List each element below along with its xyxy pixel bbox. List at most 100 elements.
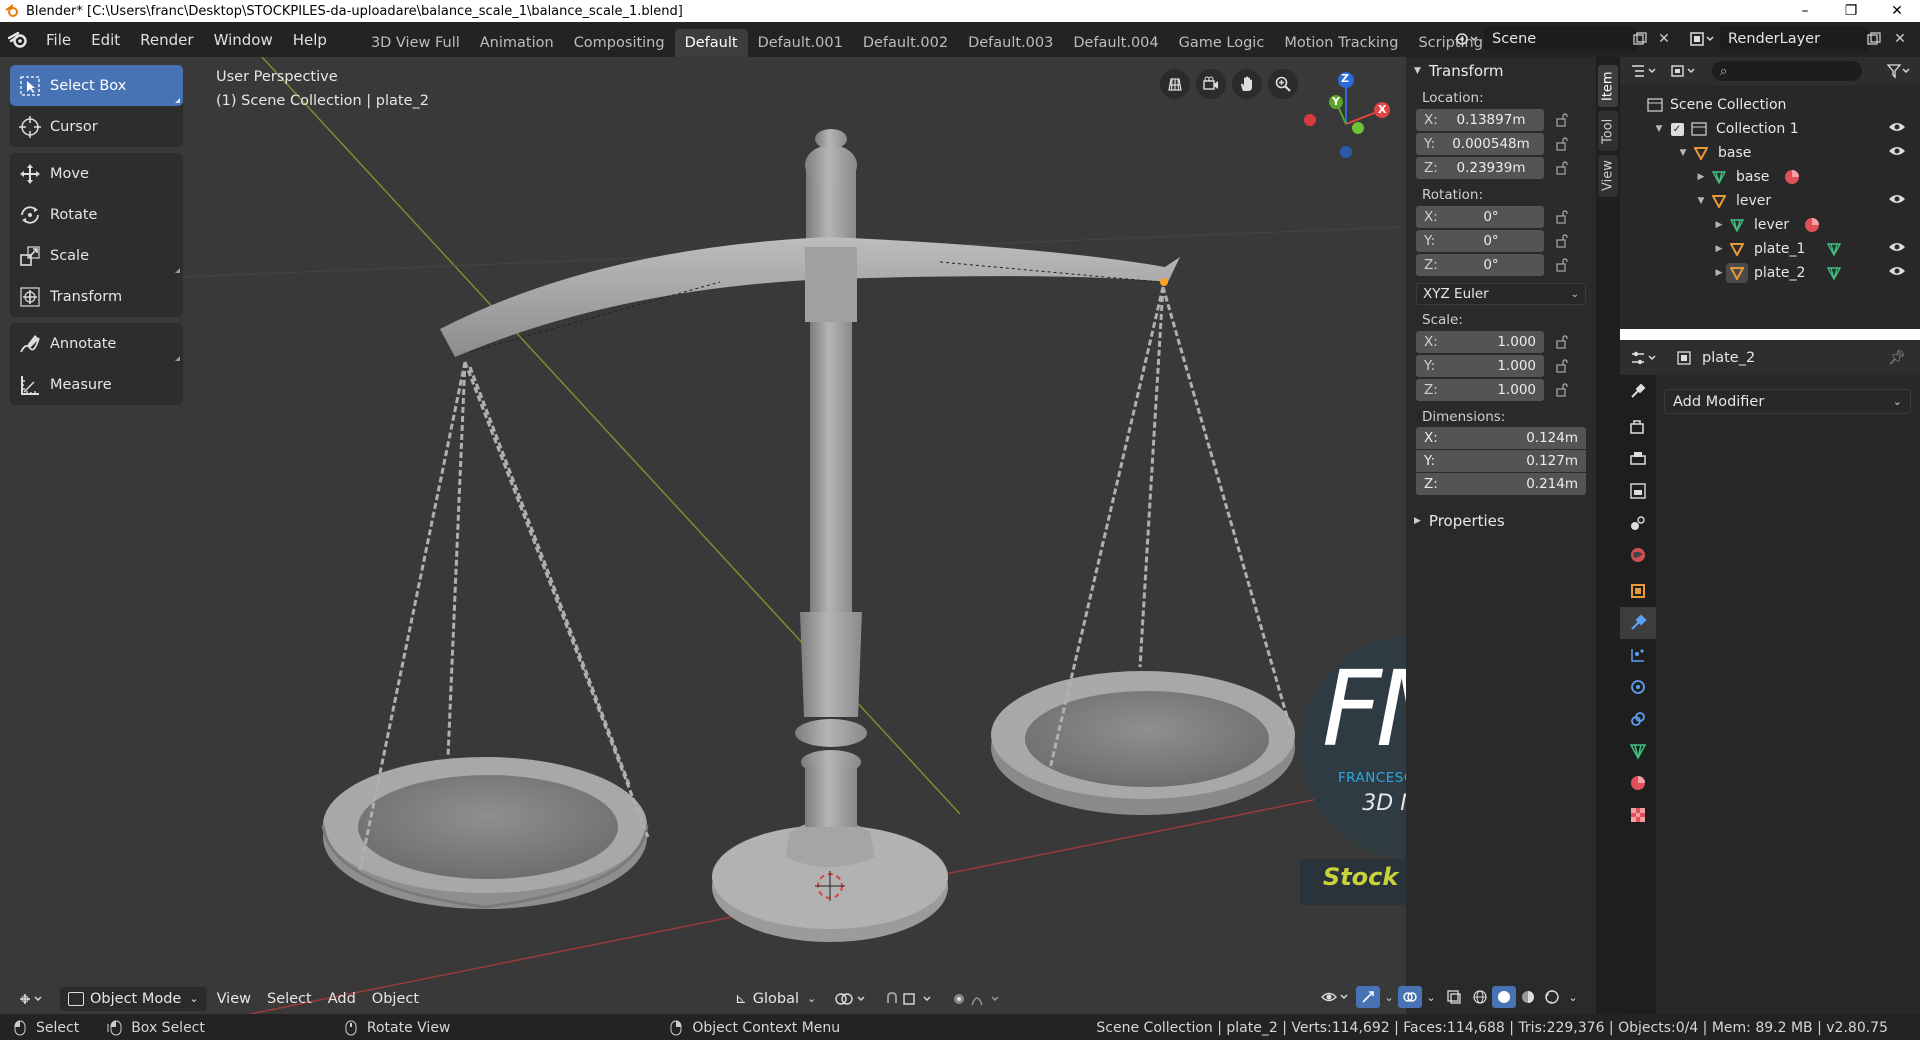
lock-icon[interactable] xyxy=(1552,332,1572,352)
scene-properties-icon[interactable] xyxy=(1620,507,1656,539)
disclosure-closed-icon[interactable]: ▶ xyxy=(1712,244,1726,254)
tab-default-002[interactable]: Default.002 xyxy=(853,29,958,57)
tool-annotate[interactable]: Annotate xyxy=(10,323,183,364)
scene-name-field[interactable]: Scene xyxy=(1484,26,1636,51)
texture-properties-icon[interactable] xyxy=(1620,799,1656,831)
rotation-y-field[interactable]: Y: 0° xyxy=(1416,230,1544,252)
dimension-z-field[interactable]: Z: 0.214m xyxy=(1416,473,1586,495)
delete-render-layer-icon[interactable]: ✕ xyxy=(1890,29,1910,49)
tab-compositing[interactable]: Compositing xyxy=(564,29,675,57)
proportional-editing-icon[interactable] xyxy=(944,987,1010,1011)
zoom-icon[interactable] xyxy=(1268,69,1298,99)
location-z-field[interactable]: Z: 0.23939m xyxy=(1416,157,1544,179)
add-modifier-dropdown[interactable]: Add Modifier ⌄ xyxy=(1664,389,1911,414)
outliner-search-input[interactable]: ⌕ xyxy=(1712,61,1862,81)
tab-default-001[interactable]: Default.001 xyxy=(748,29,853,57)
scale-x-field[interactable]: X: 1.000 xyxy=(1416,331,1544,353)
dimension-y-field[interactable]: Y: 0.127m xyxy=(1416,450,1586,472)
outliner-row-lever-mesh[interactable]: ▶ lever xyxy=(1620,213,1920,237)
chevron-down-icon[interactable]: ⌄ xyxy=(1564,991,1582,1004)
navigation-gizmo[interactable]: Z X Y xyxy=(1300,68,1400,168)
menu-help[interactable]: Help xyxy=(283,22,337,57)
menu-window[interactable]: Window xyxy=(204,22,283,57)
mesh-data-properties-icon[interactable] xyxy=(1620,735,1656,767)
scale-column[interactable] xyxy=(795,129,867,827)
delete-scene-icon[interactable]: ✕ xyxy=(1654,29,1674,49)
shading-solid-icon[interactable] xyxy=(1492,986,1516,1008)
rotation-mode-select[interactable]: XYZ Euler ⌄ xyxy=(1416,283,1586,305)
lock-icon[interactable] xyxy=(1552,207,1572,227)
filter-icon[interactable] xyxy=(1884,63,1914,79)
disclosure-closed-icon[interactable]: ▶ xyxy=(1712,220,1726,230)
view-layer-properties-icon[interactable] xyxy=(1620,475,1656,507)
scale-y-field[interactable]: Y: 1.000 xyxy=(1416,355,1544,377)
tab-default-003[interactable]: Default.003 xyxy=(958,29,1063,57)
tab-3d-view-full[interactable]: 3D View Full xyxy=(361,29,470,57)
shading-rendered-icon[interactable] xyxy=(1540,989,1564,1005)
plate-1[interactable] xyxy=(321,757,649,909)
editor-type-icon[interactable] xyxy=(10,987,52,1011)
disclosure-open-icon[interactable]: ▼ xyxy=(1676,148,1690,158)
lock-icon[interactable] xyxy=(1552,158,1572,178)
camera-view-icon[interactable] xyxy=(1196,69,1226,99)
orientation-select[interactable]: ⊾ Global ⌄ xyxy=(727,987,824,1011)
tool-measure[interactable]: Measure xyxy=(10,364,183,405)
xray-toggle-icon[interactable] xyxy=(1440,989,1468,1005)
lock-icon[interactable] xyxy=(1552,255,1572,275)
minimize-button[interactable]: – xyxy=(1782,0,1828,22)
outliner-row-base-mesh[interactable]: ▶ base xyxy=(1620,165,1920,189)
shading-material-icon[interactable] xyxy=(1516,989,1540,1005)
menu-render[interactable]: Render xyxy=(130,22,203,57)
material-properties-icon[interactable] xyxy=(1620,767,1656,799)
menu-select[interactable]: Select xyxy=(259,987,320,1011)
shading-wireframe-icon[interactable] xyxy=(1468,989,1492,1005)
scale-z-field[interactable]: Z: 1.000 xyxy=(1416,379,1544,401)
pivot-point-icon[interactable] xyxy=(826,987,876,1011)
modifier-properties-icon[interactable] xyxy=(1620,607,1656,639)
tool-cursor[interactable]: Cursor xyxy=(10,106,183,147)
pin-icon[interactable]: 📌︎ xyxy=(1888,350,1906,366)
tool-move[interactable]: Move xyxy=(10,153,183,194)
menu-object[interactable]: Object xyxy=(364,987,427,1011)
pan-hand-icon[interactable] xyxy=(1232,69,1262,99)
rotation-x-field[interactable]: X: 0° xyxy=(1416,206,1544,228)
render-properties-icon[interactable] xyxy=(1620,411,1656,443)
tab-game-logic[interactable]: Game Logic xyxy=(1169,29,1275,57)
mode-select[interactable]: Object Mode ⌄ xyxy=(60,986,207,1011)
blender-logo-icon[interactable] xyxy=(0,22,36,57)
physics-properties-icon[interactable] xyxy=(1620,671,1656,703)
location-x-field[interactable]: X: 0.13897m xyxy=(1416,109,1544,131)
close-button[interactable]: ✕ xyxy=(1874,0,1920,22)
disclosure-open-icon[interactable]: ▼ xyxy=(1652,124,1666,134)
tool-scale[interactable]: Scale xyxy=(10,235,183,276)
world-properties-icon[interactable] xyxy=(1620,539,1656,571)
chevron-down-icon[interactable]: ⌄ xyxy=(1422,991,1440,1004)
lock-icon[interactable] xyxy=(1552,356,1572,376)
plate-2[interactable] xyxy=(991,671,1295,815)
tab-view[interactable]: View xyxy=(1598,155,1618,197)
outliner-row-lever[interactable]: ▼ lever xyxy=(1620,189,1920,213)
properties-panel-header[interactable]: ▶ Properties xyxy=(1406,509,1596,533)
eye-icon[interactable] xyxy=(1888,121,1906,137)
transform-panel-header[interactable]: ▼ Transform xyxy=(1406,59,1596,83)
overlays-toggle-icon[interactable] xyxy=(1398,986,1422,1008)
disclosure-open-icon[interactable]: ▼ xyxy=(1694,196,1708,206)
toggle-perspective-grid-icon[interactable] xyxy=(1160,69,1190,99)
render-layer-field[interactable]: RenderLayer xyxy=(1720,26,1868,51)
scene-type-icon[interactable] xyxy=(1452,26,1482,51)
object-properties-icon[interactable] xyxy=(1620,575,1656,607)
display-mode-icon[interactable] xyxy=(1664,63,1704,79)
lock-icon[interactable] xyxy=(1552,380,1572,400)
tool-rotate[interactable]: Rotate xyxy=(10,194,183,235)
eye-icon[interactable] xyxy=(1888,241,1906,257)
tab-default[interactable]: Default xyxy=(674,29,748,57)
constraint-properties-icon[interactable] xyxy=(1620,703,1656,735)
eye-icon[interactable] xyxy=(1888,193,1906,209)
tool-transform[interactable]: Transform xyxy=(10,276,183,317)
outliner-row-plate-1[interactable]: ▶ plate_1 xyxy=(1620,237,1920,261)
properties-editor-type-icon[interactable] xyxy=(1624,350,1664,366)
outliner-row-plate-2[interactable]: ▶ plate_2 xyxy=(1620,261,1920,285)
menu-file[interactable]: File xyxy=(36,22,81,57)
lock-icon[interactable] xyxy=(1552,231,1572,251)
lock-icon[interactable] xyxy=(1552,134,1572,154)
